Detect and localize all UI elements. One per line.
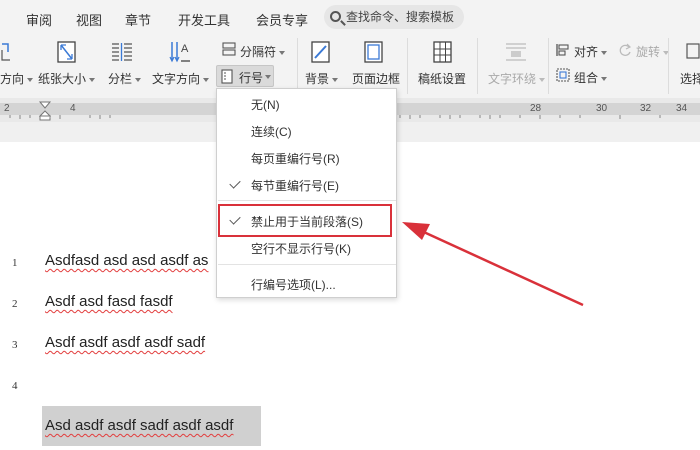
annotation-arrow	[402, 222, 584, 307]
